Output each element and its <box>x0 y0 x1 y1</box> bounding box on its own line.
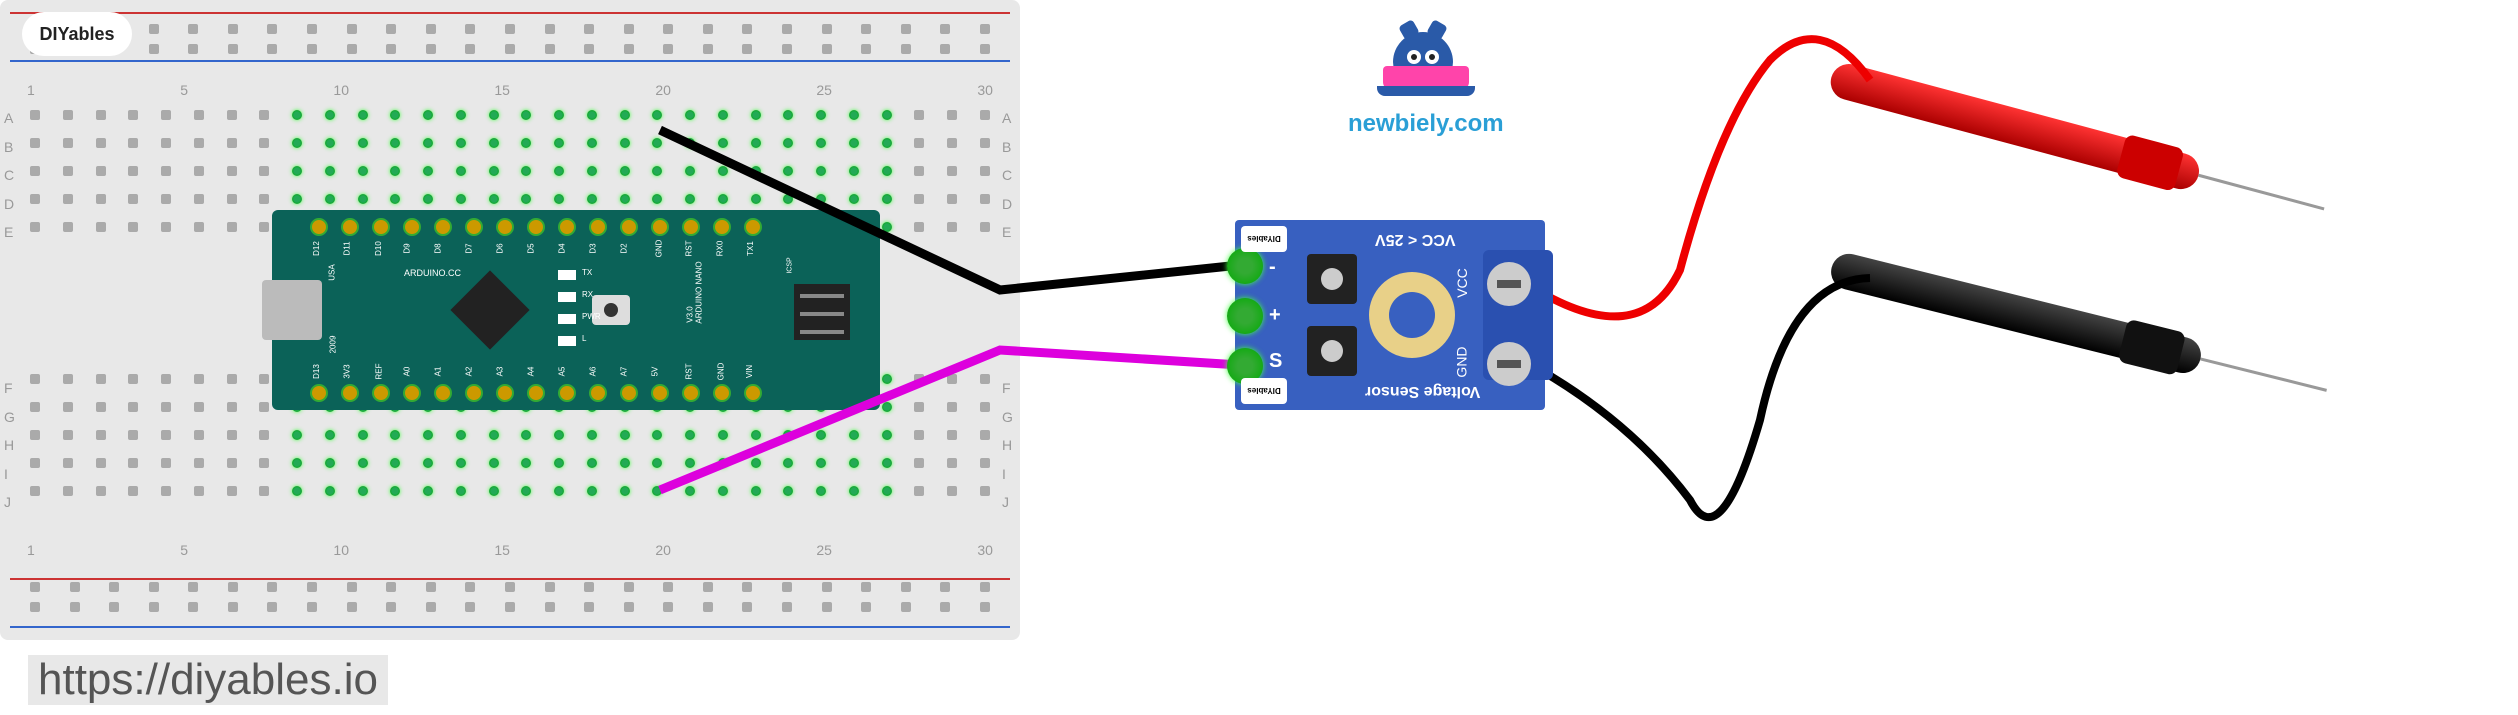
rail-holes <box>10 44 1010 58</box>
breadboard-numbers: 151015202530 <box>10 82 1010 98</box>
screw-gnd <box>1487 342 1531 386</box>
sensor-label-plus: + <box>1269 304 1281 327</box>
diyables-logo: DIYables <box>22 12 132 56</box>
sensor-logo: DIYables <box>1241 226 1287 252</box>
power-rail-top-neg <box>10 60 1010 62</box>
wire-probe-black <box>1530 278 1870 517</box>
icsp-header <box>794 284 850 340</box>
sensor-pin-plus <box>1227 298 1263 334</box>
sensor-label-s: S <box>1269 350 1282 373</box>
arduino-pins-top <box>310 218 762 236</box>
diyables-text: DIYables <box>39 24 114 45</box>
arduino-brand: ARDUINO.CC <box>404 268 461 278</box>
arduino-year: 2009 <box>328 336 337 354</box>
sensor-label-minus: - <box>1269 256 1276 279</box>
sensor-terminal <box>1307 254 1357 304</box>
usb-port <box>262 280 322 340</box>
arduino-pins-bot <box>310 384 762 402</box>
breadboard-numbers: 151015202530 <box>10 542 1010 558</box>
power-rail-bot-pos <box>10 578 1010 580</box>
mcu-chip <box>450 270 529 349</box>
arduino-nano: ARDUINO.CC ARDUINO NANO V3.0 ICSP USA 20… <box>272 210 880 410</box>
owl-icon <box>1383 20 1463 100</box>
arduino-name: ARDUINO NANO <box>695 261 704 323</box>
power-rail-bot-neg <box>10 626 1010 628</box>
arduino-ver: V3.0 <box>686 306 695 322</box>
screw-label-gnd: GND <box>1453 346 1469 377</box>
sensor-vcc-label: VCC < 25V <box>1375 230 1455 248</box>
arduino-usa: USA <box>328 264 337 280</box>
url-label: https://diyables.io <box>28 655 388 705</box>
sensor-title: Voltage Sensor <box>1365 382 1480 400</box>
arduino-icsp: ICSP <box>786 257 793 273</box>
screw-vcc <box>1487 262 1531 306</box>
screw-label-vcc: VCC <box>1454 268 1470 298</box>
newbiely-logo: newbiely.com <box>1348 20 1498 138</box>
sensor-terminal <box>1307 326 1357 376</box>
newbiely-text: newbiely.com <box>1348 110 1498 138</box>
sensor-potentiometer <box>1369 272 1455 358</box>
rail-holes <box>10 24 1010 38</box>
sensor-pin-minus <box>1227 248 1263 284</box>
power-rail-top-pos <box>10 12 1010 14</box>
rail-holes <box>10 582 1010 596</box>
rail-holes <box>10 602 1010 616</box>
sensor-logo: DIYables <box>1241 378 1287 404</box>
wire-probe-red <box>1530 39 1870 316</box>
voltage-sensor-module: - + S VCC GND Voltage Sensor VCC < 25V D… <box>1235 220 1545 410</box>
